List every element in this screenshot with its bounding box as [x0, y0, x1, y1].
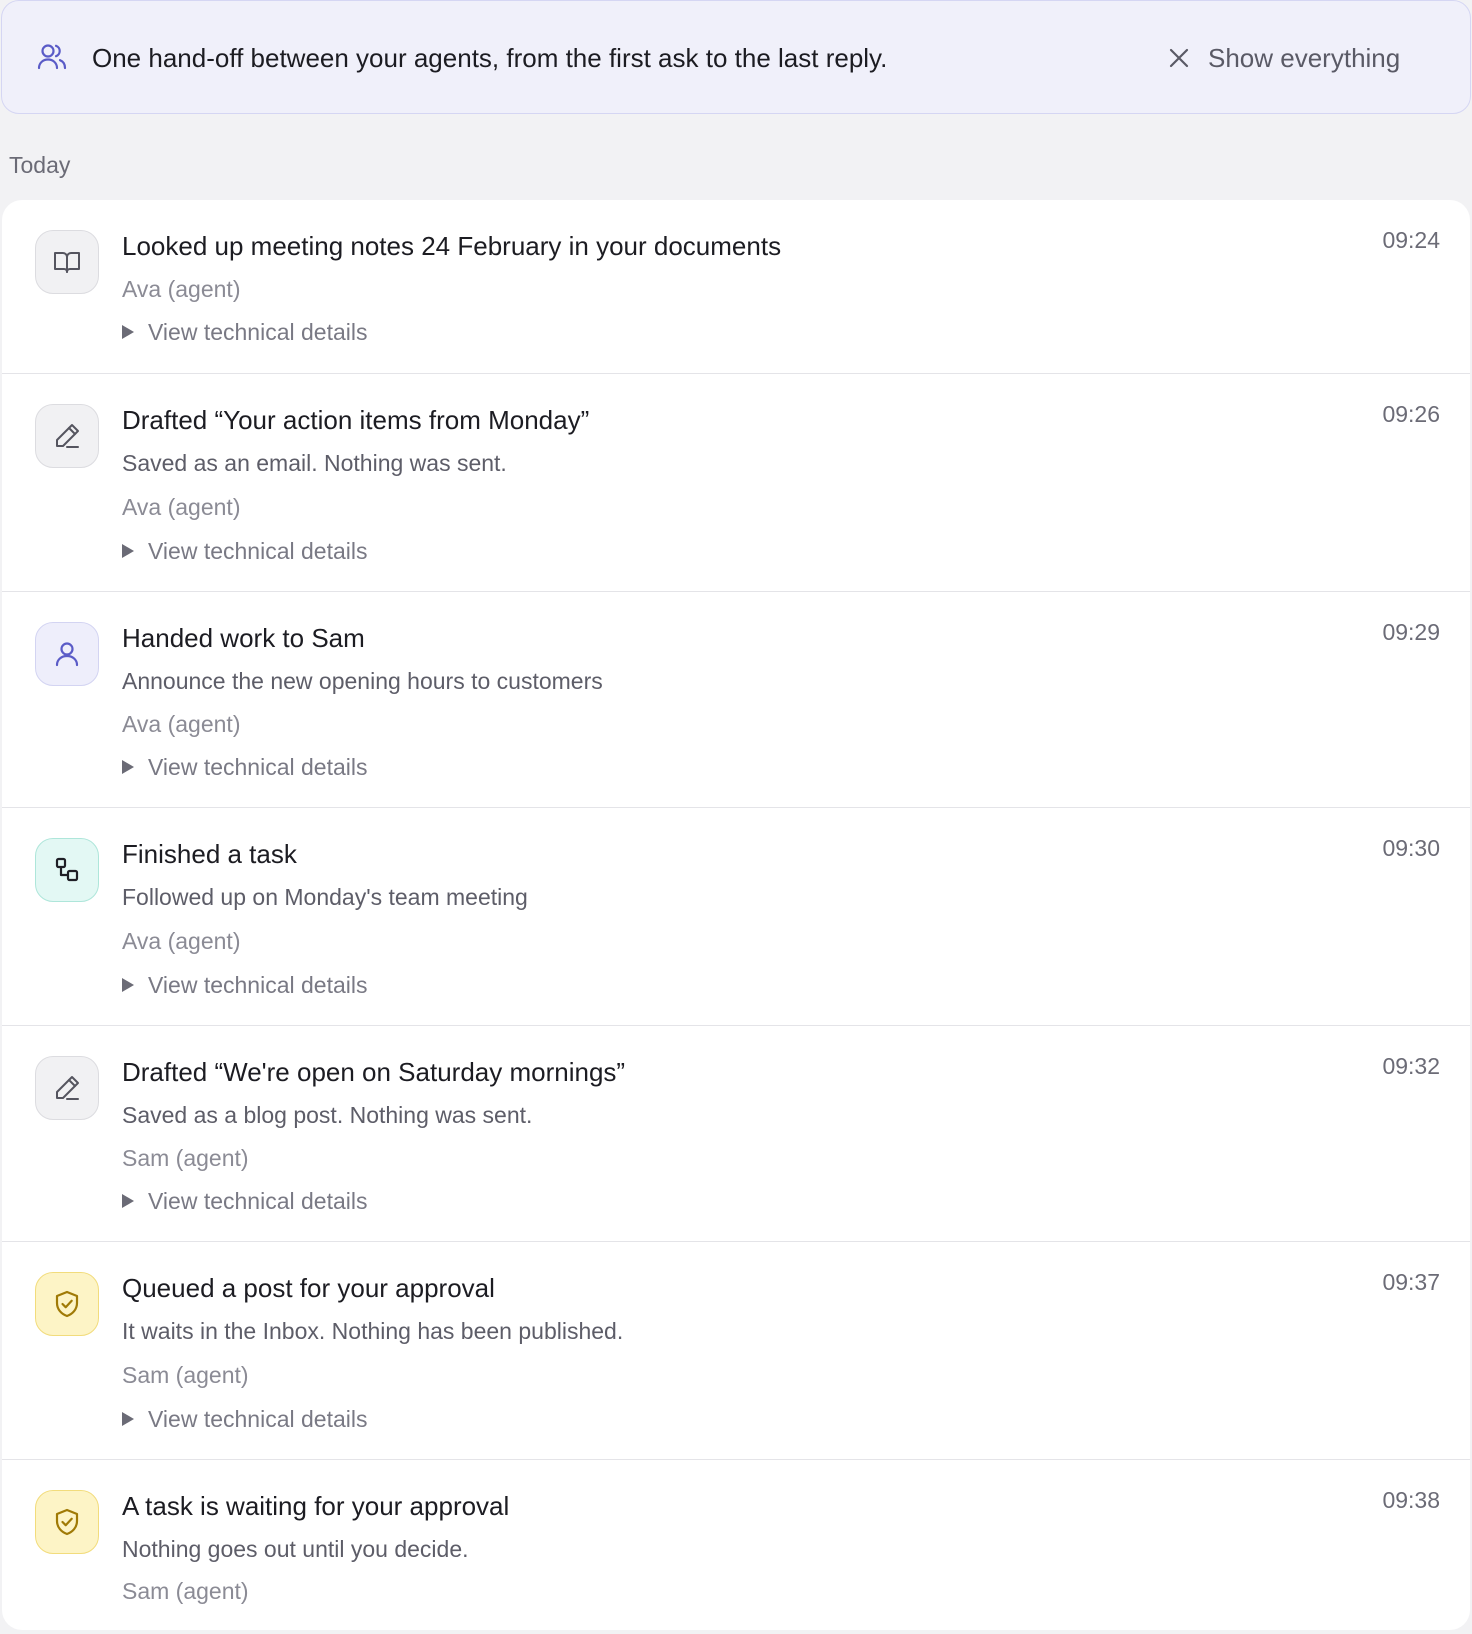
expand-triangle-icon: [122, 325, 134, 339]
shield-check-icon: [35, 1490, 99, 1554]
event-agent: Ava (agent): [122, 276, 241, 302]
pencil-icon: [35, 1056, 99, 1120]
event-agent: Ava (agent): [122, 711, 241, 737]
event-description: Saved as a blog post. Nothing was sent.: [122, 1102, 533, 1128]
list-item: Drafted “We're open on Saturday mornings…: [2, 1026, 1470, 1242]
show-everything-label: Show everything: [1208, 42, 1401, 73]
expand-triangle-icon: [122, 544, 134, 558]
details-label: View technical details: [148, 538, 368, 564]
event-time: 09:30: [1382, 835, 1440, 861]
event-title: Looked up meeting notes 24 February in y…: [122, 231, 782, 261]
info-banner: One hand-off between your agents, from t…: [1, 0, 1471, 114]
list-item: A task is waiting for your approval Noth…: [2, 1460, 1470, 1630]
view-technical-details-toggle[interactable]: View technical details: [122, 536, 367, 566]
view-technical-details-toggle[interactable]: View technical details: [122, 317, 367, 347]
list-item: Looked up meeting notes 24 February in y…: [2, 200, 1470, 374]
event-time: 09:32: [1382, 1053, 1440, 1079]
banner-message: One hand-off between your agents, from t…: [92, 43, 888, 73]
event-title: Drafted “Your action items from Monday”: [122, 405, 590, 435]
event-agent: Sam (agent): [122, 1578, 249, 1604]
event-description: Saved as an email. Nothing was sent.: [122, 450, 507, 476]
close-icon: [1169, 48, 1189, 68]
event-agent: Ava (agent): [122, 928, 241, 954]
event-title: Handed work to Sam: [122, 623, 365, 653]
list-item: Finished a task Followed up on Monday's …: [2, 808, 1470, 1026]
event-time: 09:38: [1382, 1487, 1440, 1513]
event-agent: Sam (agent): [122, 1362, 249, 1388]
expand-triangle-icon: [122, 978, 134, 992]
view-technical-details-toggle[interactable]: View technical details: [122, 1404, 367, 1434]
activity-list: Looked up meeting notes 24 February in y…: [2, 200, 1470, 1630]
person-icon: [35, 622, 99, 686]
view-technical-details-toggle[interactable]: View technical details: [122, 970, 367, 1000]
details-label: View technical details: [148, 754, 368, 780]
details-label: View technical details: [148, 319, 368, 345]
event-title: A task is waiting for your approval: [122, 1491, 510, 1521]
shield-check-icon: [35, 1272, 99, 1336]
details-label: View technical details: [148, 1188, 368, 1214]
event-agent: Sam (agent): [122, 1145, 249, 1171]
pencil-icon: [35, 404, 99, 468]
list-item: Handed work to Sam Announce the new open…: [2, 592, 1470, 808]
expand-triangle-icon: [122, 1194, 134, 1208]
event-description: Followed up on Monday's team meeting: [122, 884, 528, 910]
people-icon: [37, 44, 67, 70]
event-time: 09:29: [1382, 619, 1440, 645]
event-description: Announce the new opening hours to custom…: [122, 668, 603, 694]
event-agent: Ava (agent): [122, 494, 241, 520]
event-description: Nothing goes out until you decide.: [122, 1536, 469, 1562]
details-label: View technical details: [148, 1406, 368, 1432]
event-time: 09:24: [1382, 227, 1440, 253]
event-title: Drafted “We're open on Saturday mornings…: [122, 1057, 626, 1087]
view-technical-details-toggle[interactable]: View technical details: [122, 752, 367, 782]
workflow-icon: [35, 838, 99, 902]
book-icon: [35, 230, 99, 294]
list-item: Queued a post for your approval It waits…: [2, 1242, 1470, 1460]
view-technical-details-toggle[interactable]: View technical details: [122, 1186, 367, 1216]
details-label: View technical details: [148, 972, 368, 998]
event-time: 09:26: [1382, 401, 1440, 427]
event-description: It waits in the Inbox. Nothing has been …: [122, 1318, 624, 1344]
event-time: 09:37: [1382, 1269, 1440, 1295]
expand-triangle-icon: [122, 1412, 134, 1426]
show-everything-button[interactable]: Show everything: [1168, 41, 1400, 75]
day-heading: Today: [9, 152, 71, 178]
event-title: Queued a post for your approval: [122, 1273, 495, 1303]
event-title: Finished a task: [122, 839, 297, 869]
list-item: Drafted “Your action items from Monday” …: [2, 374, 1470, 592]
expand-triangle-icon: [122, 760, 134, 774]
